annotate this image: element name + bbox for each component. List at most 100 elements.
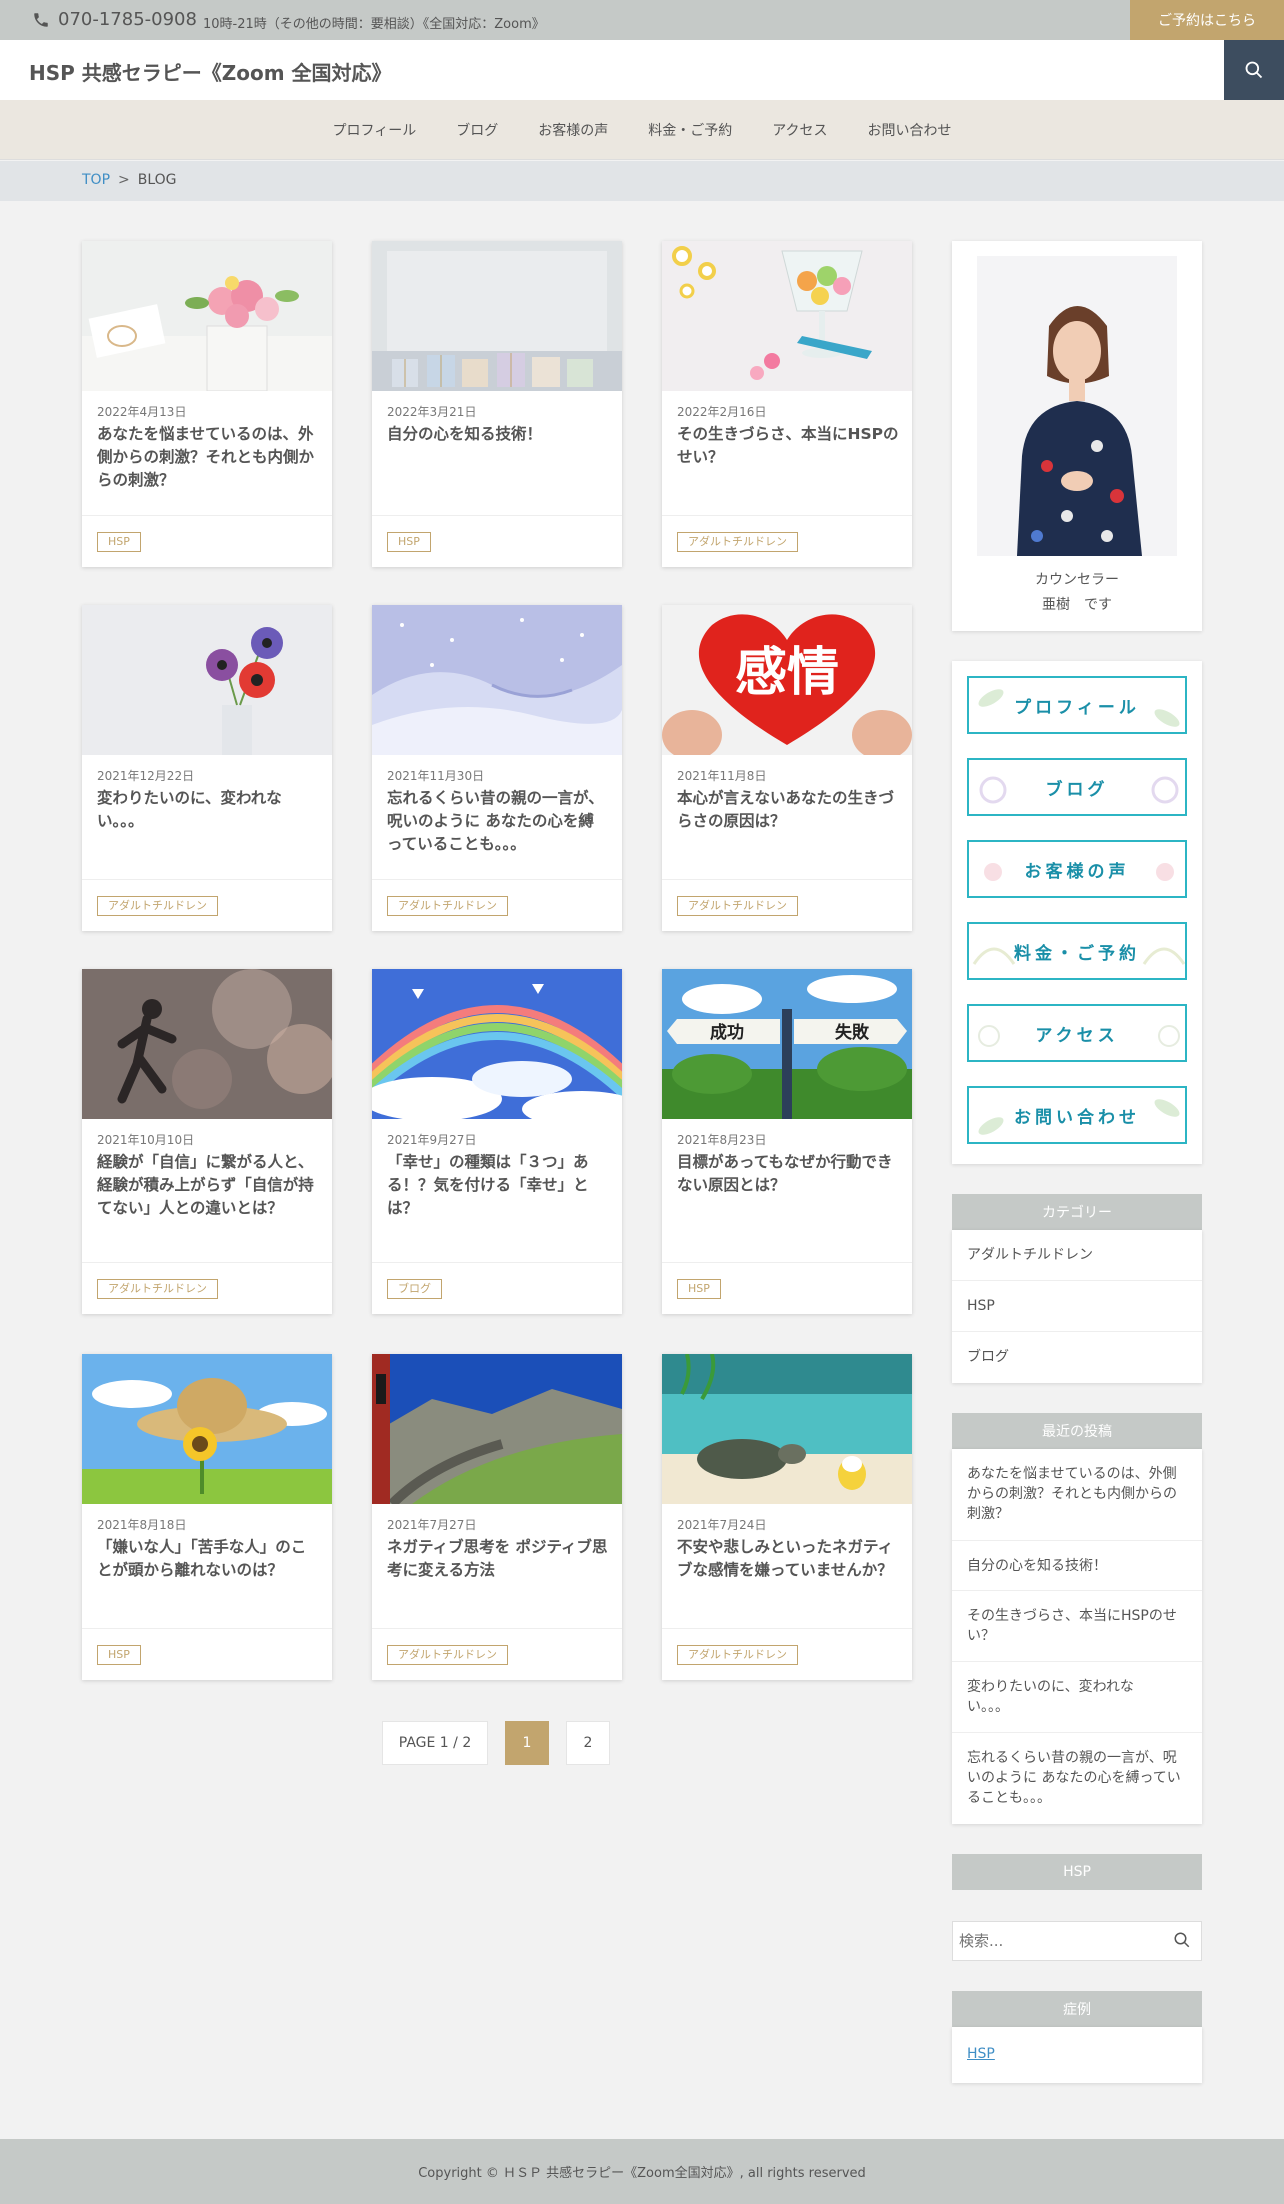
pagination-page-next[interactable]: 2 xyxy=(566,1721,610,1765)
post-footer: アダルトチルドレン xyxy=(372,879,622,931)
phone-text: 070-1785-0908 xyxy=(58,9,197,30)
search-icon xyxy=(1245,61,1263,79)
post-title[interactable]: ネガティブ思考を ポジティブ思考に変える方法 xyxy=(387,1536,609,1582)
menu-button-blog[interactable]: ブログ xyxy=(967,758,1187,816)
post-card[interactable]: 2021年10月10日 経験が「自信」に繋がる人と、経験が積み上がらず「自信が持… xyxy=(82,969,332,1314)
copyright-text: Copyright © ＨＳＰ 共感セラピー《Zoom全国対応》, all ri… xyxy=(418,2166,866,2181)
post-category-tag[interactable]: アダルトチルドレン xyxy=(387,1645,508,1665)
post-footer: アダルトチルドレン xyxy=(662,1628,912,1680)
post-category-tag[interactable]: アダルトチルドレン xyxy=(677,896,798,916)
menu-button-contact[interactable]: お問い合わせ xyxy=(967,1086,1187,1144)
category-item[interactable]: ブログ xyxy=(952,1332,1202,1383)
profile-caption-title: カウンセラー xyxy=(1035,572,1119,588)
top-bar: 070-1785-0908 10時-21時（その他の時間：要相談）《全国対応：Z… xyxy=(0,0,1284,40)
post-card[interactable]: 感情 2021年11月8日 本心が言えないあなたの生きづらさの原因は？ アダルト… xyxy=(662,605,912,931)
post-category-tag[interactable]: アダルトチルドレン xyxy=(97,1279,218,1299)
post-category-tag[interactable]: HSP xyxy=(677,1279,721,1299)
categories-heading: カテゴリー xyxy=(952,1194,1202,1230)
post-category-tag[interactable]: アダルトチルドレン xyxy=(97,896,218,916)
post-category-tag[interactable]: HSP xyxy=(387,532,431,552)
cases-heading: 症例 xyxy=(952,1991,1202,2027)
post-category-tag[interactable]: アダルトチルドレン xyxy=(387,896,508,916)
post-card[interactable]: 2021年7月27日 ネガティブ思考を ポジティブ思考に変える方法 アダルトチル… xyxy=(372,1354,622,1680)
post-title[interactable]: 「嫌いな人」「苦手な人」のことが頭から離れないのは？ xyxy=(97,1536,319,1582)
post-footer: ブログ xyxy=(372,1262,622,1314)
phone-number[interactable]: 070-1785-0908 xyxy=(32,9,197,30)
menu-button-price[interactable]: 料金・ご予約 xyxy=(967,922,1187,980)
post-footer: アダルトチルドレン xyxy=(372,1628,622,1680)
post-date: 2022年4月13日 xyxy=(97,405,187,419)
post-category-tag[interactable]: ブログ xyxy=(387,1279,442,1299)
post-card[interactable]: 2022年2月16日 その生きづらさ、本当にHSPのせい？ アダルトチルドレン xyxy=(662,241,912,567)
post-title[interactable]: 忘れるくらい昔の親の一言が、呪いのように あなたの心を縛っていることも。。。 xyxy=(387,787,609,856)
breadcrumb-separator: > xyxy=(118,172,130,188)
post-category-tag[interactable]: HSP xyxy=(97,532,141,552)
post-thumbnail-snowy-mountains xyxy=(372,605,622,755)
post-title[interactable]: 「幸せ」の種類は「３つ」ある！？気を付ける「幸せ」とは？ xyxy=(387,1151,609,1220)
post-thumbnail-rainbow-sky xyxy=(372,969,622,1119)
post-thumbnail-gift-boxes xyxy=(372,241,622,391)
post-card[interactable]: 2022年3月21日 自分の心を知る技術！ HSP xyxy=(372,241,622,567)
reserve-button[interactable]: ご予約はこちら xyxy=(1130,0,1284,40)
hsp-heading: HSP xyxy=(952,1854,1202,1890)
recent-post-item[interactable]: その生きづらさ、本当にHSPのせい？ xyxy=(952,1591,1202,1662)
post-category-tag[interactable]: アダルトチルドレン xyxy=(677,1645,798,1665)
post-title[interactable]: 目標があってもなぜか行動できない原因とは？ xyxy=(677,1151,899,1197)
post-thumbnail-candy-glass xyxy=(662,241,912,391)
recent-post-item[interactable]: 忘れるくらい昔の親の一言が、呪いのように あなたの心を縛っていることも。。。 xyxy=(952,1733,1202,1824)
post-card[interactable]: 2022年4月13日 あなたを悩ませているのは、外側からの刺激？それとも内側から… xyxy=(82,241,332,567)
menu-button-label: アクセス xyxy=(1035,1025,1119,1046)
recent-posts-heading: 最近の投稿 xyxy=(952,1413,1202,1449)
cases-hsp-link[interactable]: HSP xyxy=(967,2046,995,2062)
recent-post-item[interactable]: 自分の心を知る技術！ xyxy=(952,1541,1202,1591)
nav-item-voice[interactable]: お客様の声 xyxy=(538,120,608,140)
post-title[interactable]: 経験が「自信」に繋がる人と、経験が積み上がらず「自信が持てない」人との違いとは？ xyxy=(97,1151,319,1220)
post-title[interactable]: 本心が言えないあなたの生きづらさの原因は？ xyxy=(677,787,899,833)
post-date: 2022年2月16日 xyxy=(677,405,767,419)
nav-item-blog[interactable]: ブログ xyxy=(456,120,498,140)
menu-button-label: お問い合わせ xyxy=(1014,1107,1140,1128)
post-card[interactable]: 2021年12月22日 変わりたいのに、変われない。。。 アダルトチルドレン xyxy=(82,605,332,931)
header-search-button[interactable] xyxy=(1224,40,1284,100)
post-category-tag[interactable]: HSP xyxy=(97,1645,141,1665)
post-card[interactable]: 2021年7月24日 不安や悲しみといったネガティブな感情を嫌っていませんか？ … xyxy=(662,1354,912,1680)
post-date: 2021年8月23日 xyxy=(677,1133,767,1147)
nav-item-contact[interactable]: お問い合わせ xyxy=(868,120,952,140)
search-icon[interactable] xyxy=(1173,1931,1191,1949)
menu-button-access[interactable]: アクセス xyxy=(967,1004,1187,1062)
post-date: 2021年9月27日 xyxy=(387,1133,477,1147)
nav-item-price[interactable]: 料金・ご予約 xyxy=(648,120,732,140)
post-card[interactable]: 2021年9月27日 「幸せ」の種類は「３つ」ある！？気を付ける「幸せ」とは？ … xyxy=(372,969,622,1314)
post-date: 2021年7月27日 xyxy=(387,1518,477,1532)
post-card[interactable]: 2021年11月30日 忘れるくらい昔の親の一言が、呪いのように あなたの心を縛… xyxy=(372,605,622,931)
breadcrumb-top-link[interactable]: TOP xyxy=(82,172,110,188)
pagination-page-current[interactable]: 1 xyxy=(505,1721,549,1765)
nav-item-access[interactable]: アクセス xyxy=(772,120,827,140)
post-title[interactable]: 自分の心を知る技術！ xyxy=(387,423,609,446)
menu-button-voice[interactable]: お客様の声 xyxy=(967,840,1187,898)
post-title[interactable]: その生きづらさ、本当にHSPのせい？ xyxy=(677,423,899,469)
category-item[interactable]: HSP xyxy=(952,1281,1202,1332)
search-input[interactable] xyxy=(959,1930,1159,1952)
sidebar-search xyxy=(952,1921,1202,1961)
category-item[interactable]: アダルトチルドレン xyxy=(952,1230,1202,1281)
post-title[interactable]: あなたを悩ませているのは、外側からの刺激？それとも内側からの刺激？ xyxy=(97,423,319,492)
post-card[interactable]: 成功 失敗 2021年8月23日 目標があってもなぜか行動できない原因とは？ H… xyxy=(662,969,912,1314)
post-footer: アダルトチルドレン xyxy=(82,1262,332,1314)
site-title[interactable]: HSP 共感セラピー《Zoom 全国対応》 xyxy=(29,57,392,86)
counselor-photo xyxy=(977,256,1177,556)
breadcrumb: TOP > BLOG xyxy=(0,161,1284,201)
post-footer: HSP xyxy=(372,515,622,567)
post-category-tag[interactable]: アダルトチルドレン xyxy=(677,532,798,552)
post-card[interactable]: 2021年8月18日 「嫌いな人」「苦手な人」のことが頭から離れないのは？ HS… xyxy=(82,1354,332,1680)
pagination-label: PAGE 1 / 2 xyxy=(382,1721,488,1765)
post-date: 2021年8月18日 xyxy=(97,1518,187,1532)
site-header: HSP 共感セラピー《Zoom 全国対応》 xyxy=(0,40,1284,100)
recent-post-item[interactable]: あなたを悩ませているのは、外側からの刺激？それとも内側からの刺激？ xyxy=(952,1449,1202,1541)
menu-button-profile[interactable]: プロフィール xyxy=(967,676,1187,734)
post-title[interactable]: 変わりたいのに、変われない。。。 xyxy=(97,787,319,833)
nav-item-profile[interactable]: プロフィール xyxy=(332,120,416,140)
recent-post-item[interactable]: 変わりたいのに、変われない。。。 xyxy=(952,1662,1202,1733)
recent-posts-list: あなたを悩ませているのは、外側からの刺激？それとも内側からの刺激？ 自分の心を知… xyxy=(952,1449,1202,1824)
post-title[interactable]: 不安や悲しみといったネガティブな感情を嫌っていませんか？ xyxy=(677,1536,899,1582)
